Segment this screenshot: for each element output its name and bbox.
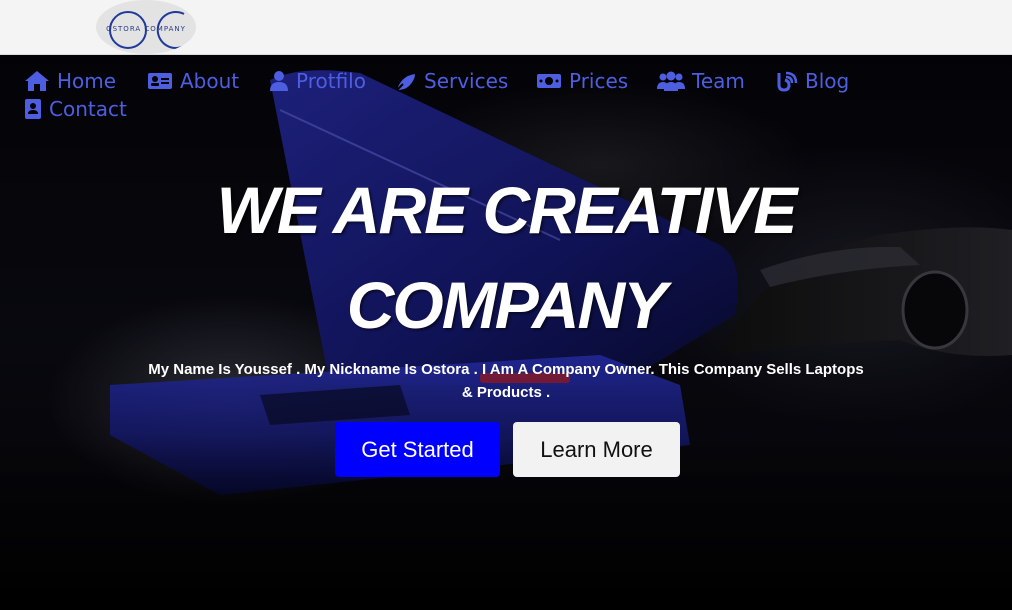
logo-text: OSTORA COMPANY <box>106 25 186 33</box>
nav-label-prices: Prices <box>569 69 629 93</box>
nav-label-portfolio: Protfilo <box>296 69 366 93</box>
top-bar: OSTORA COMPANY <box>0 0 1012 55</box>
nav-item-contact[interactable]: Contact <box>24 97 127 121</box>
contact-card-icon <box>25 99 41 119</box>
rocket-icon <box>396 74 415 91</box>
nav-item-team[interactable]: Team <box>657 69 745 93</box>
id-card-icon <box>148 73 172 89</box>
nav-label-home: Home <box>57 69 117 93</box>
nav-item-home[interactable]: Home <box>24 69 116 93</box>
money-icon <box>537 74 561 88</box>
nav-label-blog: Blog <box>805 69 850 93</box>
nav-item-services[interactable]: Services <box>395 69 508 93</box>
nav-label-services: Services <box>424 69 509 93</box>
hero-title-line1: WE ARE CREATIVE <box>216 173 798 247</box>
get-started-button[interactable]: Get Started <box>335 422 500 477</box>
user-icon <box>270 71 288 91</box>
company-logo[interactable]: OSTORA COMPANY <box>96 0 196 54</box>
nav-item-blog[interactable]: Blog <box>776 69 849 93</box>
users-icon <box>657 71 685 91</box>
hero-description: My Name Is Youssef . My Nickname Is Osto… <box>148 361 864 401</box>
nav-item-prices[interactable]: Prices <box>536 69 628 93</box>
nav-label-team: Team <box>692 69 745 93</box>
blog-icon <box>777 71 798 92</box>
nav-item-portfolio[interactable]: Protfilo <box>269 69 366 93</box>
nav-label-contact: Contact <box>49 97 127 121</box>
hero-section: Home About Protfilo Services Prices Team… <box>0 55 1012 610</box>
nav-item-about[interactable]: About <box>147 69 239 93</box>
nav-label-about: About <box>180 69 240 93</box>
home-icon <box>25 71 49 91</box>
learn-more-button[interactable]: Learn More <box>513 422 680 477</box>
hero-title-line2: COMPANY <box>346 268 667 342</box>
